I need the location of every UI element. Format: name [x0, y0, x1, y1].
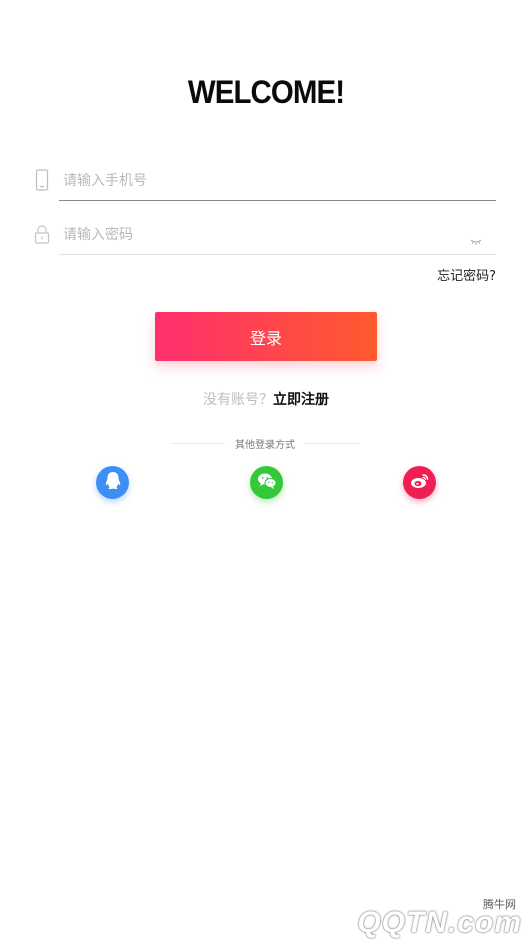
register-row: 没有账号？立即注册: [0, 389, 532, 409]
phone-field-row: [34, 165, 496, 201]
watermark-logo: 腾牛网 QQTN.com: [322, 896, 522, 940]
lock-icon: [34, 223, 50, 245]
wechat-icon: [257, 472, 277, 494]
wechat-login-button[interactable]: [250, 466, 283, 499]
password-input[interactable]: [59, 219, 496, 251]
login-button[interactable]: 登录: [155, 312, 377, 361]
weibo-icon: [410, 472, 430, 494]
password-underline: [59, 254, 496, 255]
phone-icon: [34, 169, 50, 191]
register-prompt: 没有账号？: [203, 392, 273, 408]
watermark-en: QQTN.com: [357, 906, 522, 939]
register-link[interactable]: 立即注册: [273, 392, 329, 408]
qq-icon: [104, 471, 122, 495]
weibo-login-button[interactable]: [403, 466, 436, 499]
page-title: WELCOME!: [187, 74, 345, 110]
forgot-password-link[interactable]: 忘记密码?: [437, 265, 496, 284]
qq-login-button[interactable]: [96, 466, 129, 499]
password-field-row: [34, 219, 496, 255]
other-login-divider: 其他登录方式: [170, 436, 360, 451]
phone-underline: [59, 200, 496, 201]
eye-closed-icon[interactable]: [470, 231, 482, 245]
divider-line-right: [305, 443, 360, 444]
phone-input[interactable]: [59, 165, 496, 197]
